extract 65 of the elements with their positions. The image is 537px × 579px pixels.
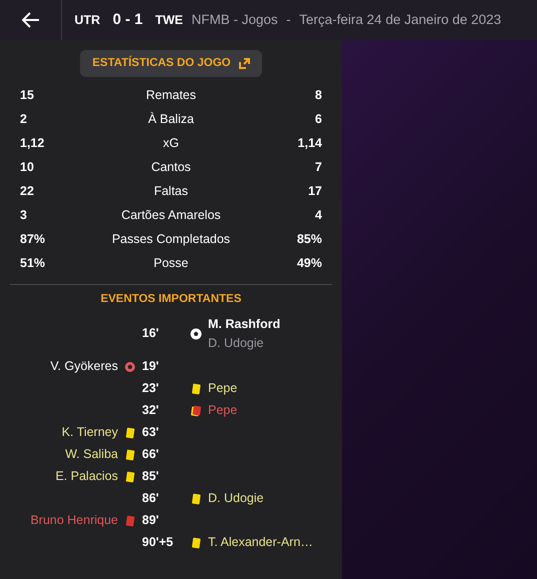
card-icon [124,448,136,461]
score: 0 - 1 [112,10,143,30]
minute: 85' [142,468,160,486]
player-name: E. Palacios [54,468,118,486]
stat-value: 8 [314,87,322,104]
section-title: EVENTOS IMPORTANTES [100,292,242,306]
stat-value: 17 [307,183,322,200]
player-name: K. Tierney [60,424,118,442]
missed-ball-icon [124,360,136,373]
stat-label: Faltas [152,183,190,200]
card-icon [124,514,136,527]
competition-name: NFMB - Jogos [192,10,278,29]
player-name: V. Gyökeres [49,358,118,376]
away-team-code: TWE [155,12,183,29]
card-icon [124,426,136,439]
stat-label: Cantos [150,159,192,176]
stat-value: 3 [20,207,28,224]
stat-value: 1,12 [20,135,46,152]
minute: 63' [142,424,160,442]
minute: 19' [142,358,160,376]
minute: 89' [142,512,160,530]
player-name: W. Saliba [64,446,118,464]
card-icon [190,492,202,505]
minute: 16' [142,325,160,342]
stat-value: 15 [20,87,35,104]
minute: 90'+5 [142,534,174,552]
stat-value: 87% [20,231,46,248]
minute: 32' [142,402,160,420]
stat-value: 7 [314,159,322,176]
two-cards-icon [190,404,202,417]
stat-value: 6 [314,111,322,128]
stat-value: 10 [20,159,35,176]
assist-name: D. Udogie [208,334,265,352]
stat-value: 51% [20,255,46,272]
minute: 66' [142,446,160,464]
stat-value: 1,14 [296,135,322,152]
external-link-icon [238,58,250,70]
player-name: T. Alexander-Arn… [208,534,314,552]
card-icon [190,536,202,549]
card-icon [190,382,202,395]
stat-label: Cartões Amarelos [120,207,222,224]
stat-value: 85% [296,231,322,248]
player-name: D. Udogie [208,490,265,508]
stat-value: 2 [20,111,28,128]
match-date: Terça-feira 24 de Janeiro de 2023 [299,10,502,29]
stat-value: 22 [20,183,35,200]
player-name: Pepe [208,402,238,420]
separator: - [286,10,291,29]
stat-value: 4 [314,207,322,224]
ball-icon [190,328,202,340]
stat-label: Remates [144,87,198,104]
player-name: Bruno Henrique [29,512,118,530]
card-icon [124,470,136,483]
minute: 86' [142,490,160,508]
stat-label: À Baliza [147,111,195,128]
stat-label: xG [162,135,180,152]
back-arrow-icon [22,12,40,28]
minute: 23' [142,380,160,398]
player-name: Pepe [208,380,238,398]
home-team-code: UTR [74,12,100,29]
player-name: M. Rashford [208,316,282,333]
stat-value: 49% [296,255,322,272]
stat-label: Posse [152,255,190,272]
stat-label: Passes Completados [110,231,232,248]
match-stats-button[interactable]: ESTATÍSTICAS DO JOGO [80,50,262,78]
